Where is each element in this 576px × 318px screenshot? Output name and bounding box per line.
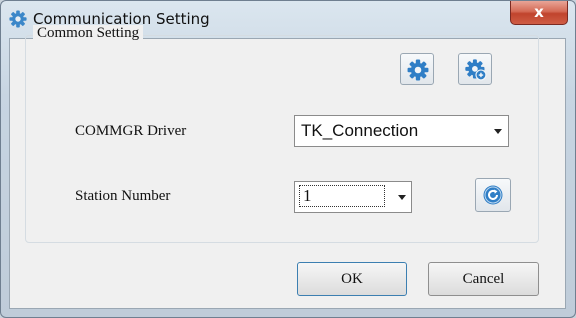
group-label: Common Setting — [33, 25, 144, 42]
station-dropdown[interactable]: 1 — [294, 181, 412, 213]
chevron-down-icon — [398, 195, 406, 200]
station-value: 1 — [299, 185, 385, 207]
ok-button[interactable]: OK — [297, 262, 407, 296]
refresh-button[interactable] — [475, 178, 511, 212]
driver-value: TK_Connection — [301, 121, 419, 140]
cancel-button[interactable]: Cancel — [428, 262, 539, 296]
gear-icon — [9, 10, 27, 28]
advanced-settings-button[interactable] — [458, 53, 492, 85]
chevron-down-icon — [494, 129, 502, 134]
close-button[interactable]: x — [510, 1, 568, 25]
driver-dropdown[interactable]: TK_Connection — [294, 115, 509, 147]
settings-button[interactable] — [400, 53, 434, 85]
driver-label: COMMGR Driver — [75, 123, 187, 139]
station-label: Station Number — [75, 188, 171, 204]
